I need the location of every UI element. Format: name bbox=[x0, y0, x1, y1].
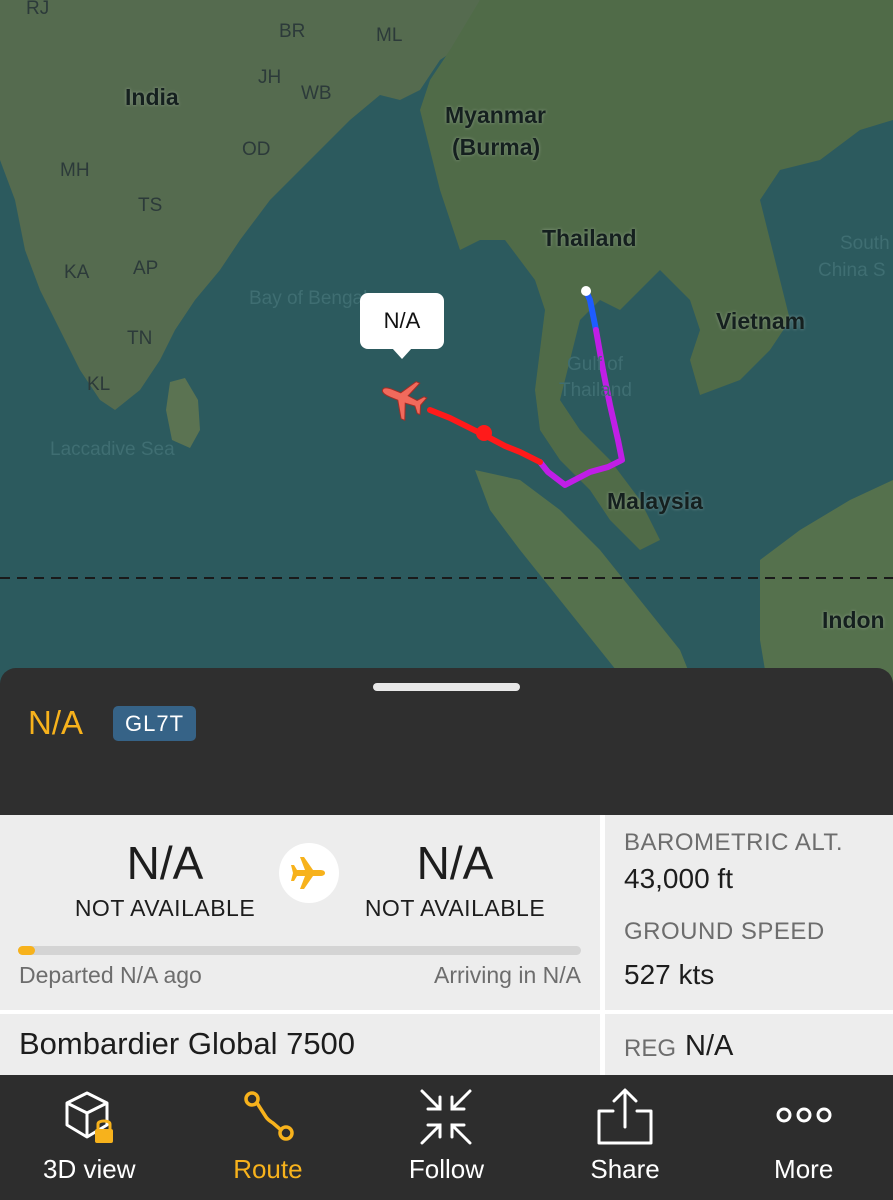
share-icon bbox=[597, 1088, 653, 1145]
map-label-mh: MH bbox=[60, 160, 90, 181]
sheet-grabber-handle[interactable] bbox=[373, 683, 520, 691]
map-label-malaysia: Malaysia bbox=[607, 488, 703, 514]
map-label-gulf-thailand: Thailand bbox=[559, 380, 632, 401]
flight-progress-bar bbox=[18, 946, 581, 955]
flight-stats[interactable]: BAROMETRIC ALT. 43,000 ft GROUND SPEED 5… bbox=[605, 815, 893, 1010]
map-label-indonesia: Indon bbox=[822, 607, 885, 633]
map-label-burma: (Burma) bbox=[452, 134, 541, 160]
map-label-ts: TS bbox=[138, 195, 163, 216]
origin-airport: N/A NOT AVAILABLE bbox=[30, 835, 300, 922]
map-label-jh: JH bbox=[258, 67, 282, 88]
route-summary[interactable]: N/A NOT AVAILABLE N/A NOT AVAILABLE Depa… bbox=[0, 815, 600, 1010]
map-label-br: BR bbox=[279, 21, 306, 42]
flight-callsign: N/A bbox=[28, 704, 84, 741]
route-icon bbox=[244, 1091, 294, 1141]
map-label-vietnam: Vietnam bbox=[716, 308, 806, 334]
follow-label: Follow bbox=[408, 1154, 485, 1184]
more-dots-icon bbox=[776, 1107, 832, 1123]
map-label-bay-of-bengal: Bay of Bengal bbox=[249, 288, 368, 309]
arriving-time: Arriving in N/A bbox=[434, 962, 581, 988]
registration-value: N/A bbox=[685, 1030, 734, 1062]
baro-alt-label: BAROMETRIC ALT. bbox=[624, 829, 844, 856]
map-label-ap: AP bbox=[133, 258, 159, 279]
more-label: More bbox=[774, 1154, 834, 1184]
map-label-ka: KA bbox=[64, 262, 90, 283]
share-label: Share bbox=[590, 1154, 660, 1184]
map-label-ml: ML bbox=[376, 25, 403, 46]
map-label-gulf-of: Gulf of bbox=[567, 354, 623, 375]
ground-speed-label: GROUND SPEED bbox=[624, 918, 825, 945]
more-button[interactable]: More bbox=[714, 1075, 893, 1200]
map-view[interactable]: RJ BR ML JH WB India OD MH TS KA AP TN K… bbox=[0, 0, 893, 700]
map-label-china-sea: China S bbox=[818, 260, 886, 281]
flight-tracker-app: RJ BR ML JH WB India OD MH TS KA AP TN K… bbox=[0, 0, 893, 1200]
registration-row[interactable]: REG N/A bbox=[605, 1014, 893, 1075]
map-label-india: India bbox=[125, 84, 179, 110]
follow-arrows-icon bbox=[420, 1089, 472, 1145]
ground-speed-value: 527 kts bbox=[624, 959, 715, 990]
destination-name: NOT AVAILABLE bbox=[364, 895, 546, 921]
cube-lock-icon bbox=[65, 1091, 114, 1143]
3d-view-label: 3D view bbox=[43, 1154, 136, 1184]
map-label-tn: TN bbox=[127, 328, 153, 349]
aircraft-type-badge: GL7T bbox=[113, 706, 197, 741]
map-label-kl: KL bbox=[87, 374, 111, 395]
flight-info-panel: N/A NOT AVAILABLE N/A NOT AVAILABLE Depa… bbox=[0, 815, 893, 1075]
share-button[interactable]: Share bbox=[536, 1075, 715, 1200]
origin-code: N/A bbox=[126, 837, 204, 889]
map-label-south: South bbox=[840, 233, 890, 254]
map-label-myanmar: Myanmar bbox=[445, 102, 546, 128]
route-button[interactable]: Route bbox=[179, 1075, 358, 1200]
map-label-wb: WB bbox=[301, 83, 332, 104]
aircraft-marker-icon[interactable] bbox=[375, 371, 431, 425]
follow-button[interactable]: Follow bbox=[357, 1075, 536, 1200]
map-label-od: OD bbox=[242, 139, 271, 160]
map-label-rj: RJ bbox=[26, 0, 50, 19]
map-label-thailand: Thailand bbox=[542, 225, 637, 251]
baro-alt-value: 43,000 ft bbox=[624, 863, 733, 894]
destination-airport: N/A NOT AVAILABLE bbox=[320, 835, 590, 922]
route-label: Route bbox=[233, 1154, 303, 1184]
origin-name: NOT AVAILABLE bbox=[74, 895, 256, 921]
aircraft-callout[interactable]: N/A bbox=[360, 293, 444, 359]
flight-sheet: N/A GL7T bbox=[0, 668, 893, 815]
destination-code: N/A bbox=[416, 837, 494, 889]
departed-time: Departed N/A ago bbox=[19, 962, 202, 988]
aircraft-model-row[interactable]: Bombardier Global 7500 bbox=[0, 1014, 600, 1075]
flight-progress-fill bbox=[18, 946, 35, 955]
registration-label: REG bbox=[624, 1035, 677, 1062]
3d-view-button[interactable]: 3D view bbox=[0, 1075, 179, 1200]
map-label-laccadive-sea: Laccadive Sea bbox=[50, 439, 175, 460]
aircraft-model-name: Bombardier Global 7500 bbox=[19, 1026, 356, 1061]
bottom-toolbar: 3D view Route Follow Share More bbox=[0, 1075, 893, 1200]
